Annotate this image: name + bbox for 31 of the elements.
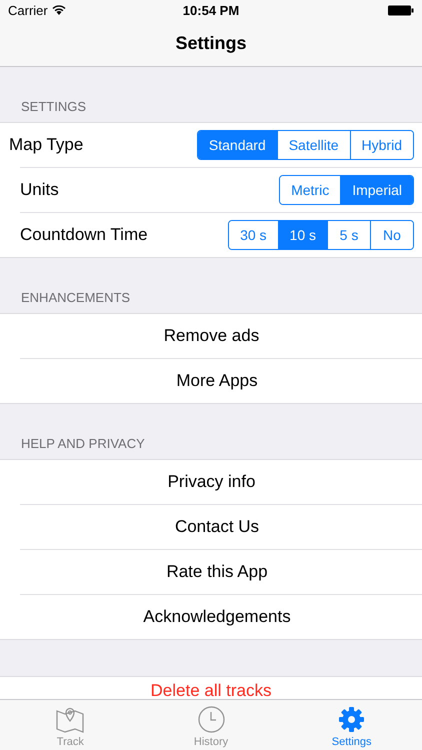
tab-item[interactable]: History bbox=[140, 700, 282, 750]
menu-item[interactable]: Acknowledgements bbox=[143, 607, 291, 627]
tab-item[interactable]: Settings bbox=[281, 700, 422, 750]
clock-time: 10:54 PM bbox=[182, 2, 240, 18]
segment-option[interactable]: Hybrid bbox=[350, 131, 413, 159]
section-header: ENHANCEMENTS bbox=[21, 290, 130, 305]
menu-item[interactable]: Privacy info bbox=[168, 472, 256, 492]
menu-item[interactable]: More Apps bbox=[176, 371, 258, 391]
carrier-label: Carrier bbox=[8, 2, 48, 18]
setting-label: Map Type bbox=[9, 135, 84, 155]
segmented-control[interactable]: Standard Satellite Hybrid bbox=[196, 130, 414, 160]
menu-item[interactable]: Rate this App bbox=[166, 562, 268, 582]
gear-icon bbox=[338, 706, 366, 733]
segment-option[interactable]: No bbox=[370, 221, 413, 249]
setting-label: Units bbox=[20, 180, 60, 200]
menu-item[interactable]: Remove ads bbox=[164, 326, 260, 346]
segmented-control[interactable]: Metric Imperial bbox=[279, 175, 414, 205]
battery-icon bbox=[388, 4, 414, 16]
segment-option[interactable]: Standard bbox=[198, 131, 277, 159]
menu-item[interactable]: Contact Us bbox=[174, 517, 260, 537]
segmented-control[interactable]: 30 s 10 s 5 s No bbox=[228, 220, 414, 250]
section-header: HELP AND PRIVACY bbox=[21, 436, 145, 451]
map-icon bbox=[56, 707, 84, 733]
tab-item[interactable]: Track bbox=[0, 700, 141, 750]
setting-label: Countdown Time bbox=[20, 225, 149, 245]
wifi-icon bbox=[52, 5, 66, 15]
segment-option[interactable]: 10 s bbox=[278, 221, 327, 249]
clock-icon bbox=[198, 706, 224, 733]
segment-option[interactable]: Imperial bbox=[340, 176, 413, 204]
section-header: SETTINGS bbox=[21, 99, 86, 114]
screen-title: Settings bbox=[175, 32, 246, 54]
